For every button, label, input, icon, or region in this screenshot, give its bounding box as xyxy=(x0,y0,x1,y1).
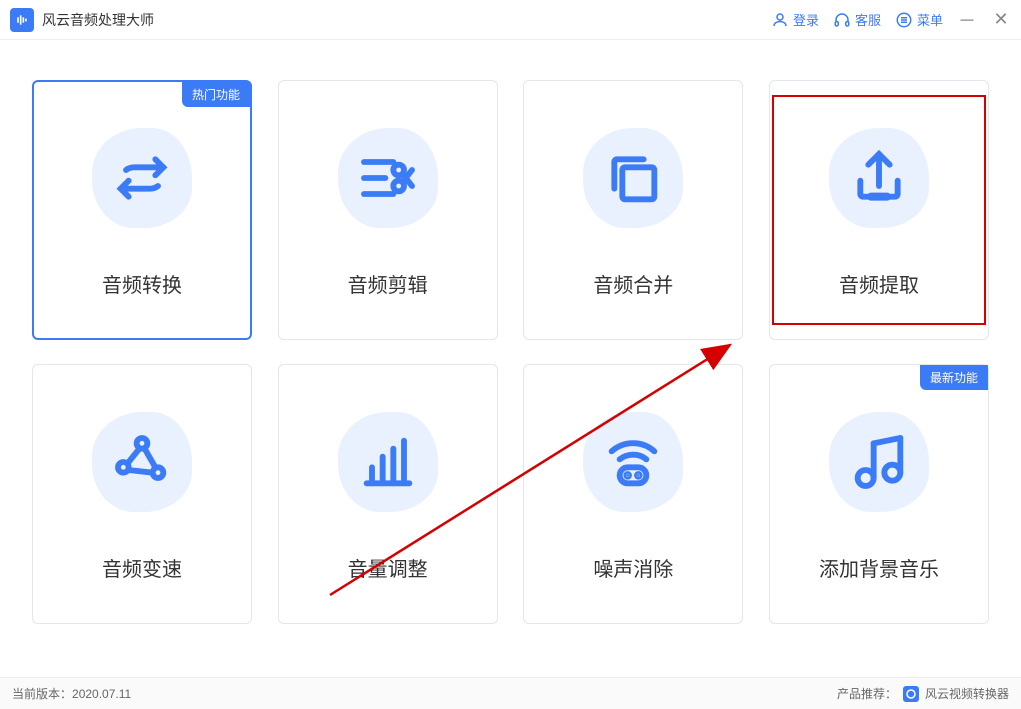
card-audio-convert[interactable]: 热门功能 音频转换 xyxy=(32,80,252,340)
titlebar-actions: 登录 客服 菜单 － ✕ xyxy=(771,7,1011,33)
merge-icon xyxy=(578,123,688,233)
login-label: 登录 xyxy=(793,10,819,29)
promo-product: 风云视频转换器 xyxy=(925,685,1009,702)
support-button[interactable]: 客服 xyxy=(833,10,881,29)
user-icon xyxy=(771,11,789,29)
music-icon xyxy=(824,407,934,517)
version-label: 当前版本： xyxy=(12,687,72,701)
card-label: 音频转换 xyxy=(102,269,182,298)
card-add-bgm[interactable]: 最新功能 添加背景音乐 xyxy=(769,364,989,624)
card-label: 音频合并 xyxy=(593,269,673,298)
card-audio-merge[interactable]: 音频合并 xyxy=(523,80,743,340)
minimize-button[interactable]: － xyxy=(957,7,977,33)
hot-badge: 热门功能 xyxy=(182,82,250,107)
version-value: 2020.07.11 xyxy=(72,687,131,701)
app-title: 风云音频处理大师 xyxy=(42,10,771,30)
menu-button[interactable]: 菜单 xyxy=(895,10,943,29)
card-label: 音频剪辑 xyxy=(348,269,428,298)
feature-grid: 热门功能 音频转换 音频剪辑 音频合并 xyxy=(0,40,1021,644)
speed-icon xyxy=(87,407,197,517)
cut-icon xyxy=(333,123,443,233)
headset-icon xyxy=(833,11,851,29)
footer: 当前版本：2020.07.11 产品推荐： 风云视频转换器 xyxy=(0,677,1021,709)
card-label: 音频提取 xyxy=(839,269,919,298)
titlebar: 风云音频处理大师 登录 客服 菜单 － ✕ xyxy=(0,0,1021,40)
card-volume-adjust[interactable]: 音量调整 xyxy=(278,364,498,624)
card-noise-remove[interactable]: 噪声消除 xyxy=(523,364,743,624)
promo-label: 产品推荐： xyxy=(837,685,897,702)
support-label: 客服 xyxy=(855,10,881,29)
noise-icon xyxy=(578,407,688,517)
card-audio-cut[interactable]: 音频剪辑 xyxy=(278,80,498,340)
volume-icon xyxy=(333,407,443,517)
menu-icon xyxy=(895,11,913,29)
version-info: 当前版本：2020.07.11 xyxy=(12,685,837,702)
card-label: 音频变速 xyxy=(102,553,182,582)
app-logo xyxy=(10,8,34,32)
convert-icon xyxy=(87,123,197,233)
card-audio-speed[interactable]: 音频变速 xyxy=(32,364,252,624)
close-button[interactable]: ✕ xyxy=(991,9,1011,30)
card-audio-extract[interactable]: 音频提取 xyxy=(769,80,989,340)
extract-icon xyxy=(824,123,934,233)
menu-label: 菜单 xyxy=(917,10,943,29)
login-button[interactable]: 登录 xyxy=(771,10,819,29)
card-label: 音量调整 xyxy=(348,553,428,582)
promo-link[interactable]: 产品推荐： 风云视频转换器 xyxy=(837,685,1009,702)
card-label: 噪声消除 xyxy=(593,553,673,582)
promo-logo-icon xyxy=(903,686,919,702)
card-label: 添加背景音乐 xyxy=(819,553,939,582)
new-badge: 最新功能 xyxy=(920,365,988,390)
